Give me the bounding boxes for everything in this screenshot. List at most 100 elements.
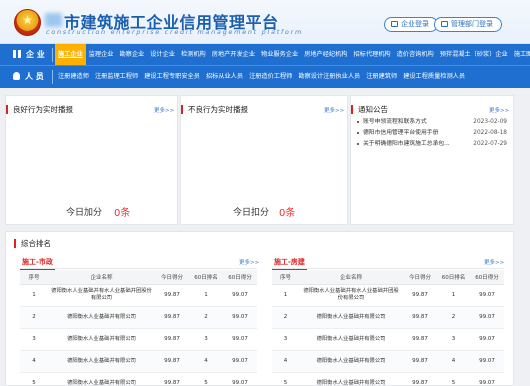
row-no: 5 [20, 372, 48, 386]
table-row[interactable]: 3 德阳衡水人业基础并有限公司 99.87 3 99.07 [20, 328, 257, 351]
rank-60d: 1 [189, 284, 223, 307]
personnel-nav-row: 人 员 注册建造师 注册监理工程师 建设工程专职安全员 招标从业人员 注册造价工程师 勘察… [0, 66, 530, 88]
today-score: 99.87 [155, 328, 189, 351]
ranking-title: 综合排名 [14, 239, 51, 248]
col-name: 企业名称 [299, 270, 403, 285]
today-score: 99.87 [403, 328, 437, 351]
company-name[interactable]: 德阳衡水人业基础并有限公司 [299, 328, 403, 351]
today-score: 99.87 [155, 306, 189, 329]
nav-item[interactable]: 勘察企业 [117, 44, 148, 65]
score-60d: 99.07 [470, 328, 504, 351]
score-60d: 99.07 [223, 372, 257, 386]
notice-more-link[interactable]: 更多>> [489, 106, 509, 114]
nav-item[interactable]: 建设工程专职安全员 [141, 66, 203, 88]
today-score: 99.87 [155, 372, 189, 386]
table-row[interactable]: 2 德阳衡水人业基础并有限公司 99.87 2 99.07 [272, 306, 504, 329]
rank-60d: 4 [189, 350, 223, 373]
nav-item[interactable]: 物业服务企业 [258, 44, 301, 65]
company-name[interactable]: 德阳衡水人业基础并有限公司 [48, 372, 155, 386]
notice-item[interactable]: 德阳市信用管理平台使用手册 2022-08-18 [357, 128, 511, 139]
nav-item[interactable]: 造价咨询机构 [394, 44, 437, 65]
bad-behavior-title: 不良行为实时播报 [181, 105, 248, 114]
notice-text: 德阳市信用管理平台使用手册 [363, 130, 439, 136]
enterprise-login-button[interactable]: 企业登录 [384, 17, 438, 32]
personnel-nav-label: 人 员 [25, 72, 44, 81]
rank-60d: 5 [437, 372, 470, 386]
tab-divider [272, 268, 504, 269]
nav-item[interactable]: 招标从业人员 [203, 66, 246, 88]
col-rank: 60日排名 [189, 270, 223, 285]
nav-item[interactable]: 施工企业 [55, 44, 86, 65]
today-plus-value: 0条 [114, 208, 131, 219]
company-name[interactable]: 德阳衡水人业基础并有限公司 [299, 306, 403, 329]
notice-item[interactable]: 关于明确德阳市建筑施工总承包... 2022-07-29 [357, 139, 511, 150]
table-header-row: 序号 企业名称 今日得分 60日排名 60日得分 [20, 270, 257, 285]
score-60d: 99.07 [223, 306, 257, 329]
enterprise-nav-head: 企 业 [0, 44, 52, 65]
row-no: 2 [272, 306, 299, 329]
notice-date: 2023-02-09 [473, 119, 507, 125]
company-name[interactable]: 德阳衡水人业基础并有水人业基础并团股份有限公司 [48, 284, 155, 307]
table-row[interactable]: 4 德阳衡水人业基础并有限公司 99.87 4 99.07 [272, 350, 504, 373]
table-row[interactable]: 5 德阳衡水人业基础并有限公司 99.87 5 99.07 [272, 372, 504, 386]
row-no: 2 [20, 306, 48, 329]
nav-item[interactable]: 招标代理机构 [351, 44, 394, 65]
nav-item[interactable]: 房地产经纪机构 [301, 44, 350, 65]
bad-more-link[interactable]: 更多>> [324, 106, 344, 114]
nav-item[interactable]: 注册建造师 [55, 66, 92, 88]
today-minus-value: 0条 [279, 208, 296, 219]
nav-item[interactable]: 监理企业 [86, 44, 117, 65]
company-name[interactable]: 德阳衡水人业基础并有水人业基础并团股份有限公司 [299, 284, 403, 307]
city-name-blurred [45, 13, 62, 27]
enterprise-login-label: 企业登录 [401, 20, 429, 28]
table-row[interactable]: 3 德阳衡水人业基础并有限公司 99.87 3 99.07 [272, 328, 504, 351]
municipal-ranking-table: 序号 企业名称 今日得分 60日排名 60日得分 1 德阳衡水人业基础并有水人业基… [20, 270, 257, 386]
municipal-more-link[interactable]: 更多>> [239, 258, 259, 266]
table-row[interactable]: 5 德阳衡水人业基础并有限公司 99.87 5 99.07 [20, 372, 257, 386]
enterprise-nav-label: 企 业 [26, 50, 45, 59]
company-name[interactable]: 德阳衡水人业基础并有限公司 [299, 372, 403, 386]
col-today: 今日得分 [155, 270, 189, 285]
nav-item[interactable]: 检测机构 [178, 44, 209, 65]
main-nav: 企 业 施工企业 监理企业 勘察企业 设计企业 检测机构 房地产开发企业 物业服务企业 房地产… [0, 44, 530, 88]
nav-item[interactable]: 勘察设计注册执业人员 [295, 66, 363, 88]
bullet-icon [357, 132, 359, 134]
table-row[interactable]: 1 德阳衡水人业基础并有水人业基础并团股份有限公司 99.87 1 99.07 [272, 284, 504, 307]
table-row[interactable]: 1 德阳衡水人业基础并有水人业基础并团股份有限公司 99.87 1 99.07 [20, 284, 257, 307]
score-60d: 99.07 [223, 328, 257, 351]
nav-item[interactable]: 房地产开发企业 [209, 44, 258, 65]
table-header-row: 序号 企业名称 今日得分 60日排名 60日得分 [272, 270, 504, 285]
tab-divider [20, 268, 257, 269]
nav-item[interactable]: 注册建筑师 [363, 66, 400, 88]
nav-item[interactable]: 预拌混凝土（砂浆）企业 [437, 44, 511, 65]
housing-more-link[interactable]: 更多>> [484, 258, 504, 266]
bullet-icon [357, 121, 359, 123]
table-row[interactable]: 2 德阳衡水人业基础并有限公司 99.87 2 99.07 [20, 306, 257, 329]
nav-item[interactable]: 施工图审查机构 [511, 44, 530, 65]
company-name[interactable]: 德阳衡水人业基础并有限公司 [299, 350, 403, 373]
col-no: 序号 [272, 270, 299, 285]
nav-item[interactable]: 建设工程质量检测人员 [400, 66, 468, 88]
grid-icon [13, 50, 21, 58]
enterprise-nav-items: 施工企业 监理企业 勘察企业 设计企业 检测机构 房地产开发企业 物业服务企业 房地产经纪机构… [55, 44, 530, 65]
rank-60d: 5 [189, 372, 223, 386]
bullet-icon [357, 143, 359, 145]
row-no: 4 [272, 350, 299, 373]
admin-login-label: 管理部门登录 [451, 20, 493, 28]
notice-item[interactable]: 账号申领流程和联系方式 2023-02-09 [357, 117, 511, 128]
company-name[interactable]: 德阳衡水人业基础并有限公司 [48, 306, 155, 329]
admin-login-button[interactable]: 管理部门登录 [434, 17, 502, 32]
notice-list: 账号申领流程和联系方式 2023-02-09 德阳市信用管理平台使用手册 2022-… [357, 117, 511, 150]
nav-item[interactable]: 注册造价工程师 [246, 66, 295, 88]
rank-60d: 1 [437, 284, 470, 307]
good-more-link[interactable]: 更多>> [154, 106, 174, 114]
col-score: 60日得分 [223, 270, 257, 285]
score-60d: 99.07 [223, 350, 257, 373]
company-name[interactable]: 德阳衡水人业基础并有限公司 [48, 350, 155, 373]
today-plus-label: 今日加分 [66, 208, 103, 218]
notice-title: 通知公告 [351, 105, 388, 114]
company-name[interactable]: 德阳衡水人业基础并有限公司 [48, 328, 155, 351]
nav-item[interactable]: 设计企业 [147, 44, 178, 65]
table-row[interactable]: 4 德阳衡水人业基础并有限公司 99.87 4 99.07 [20, 350, 257, 373]
nav-item[interactable]: 注册监理工程师 [92, 66, 141, 88]
